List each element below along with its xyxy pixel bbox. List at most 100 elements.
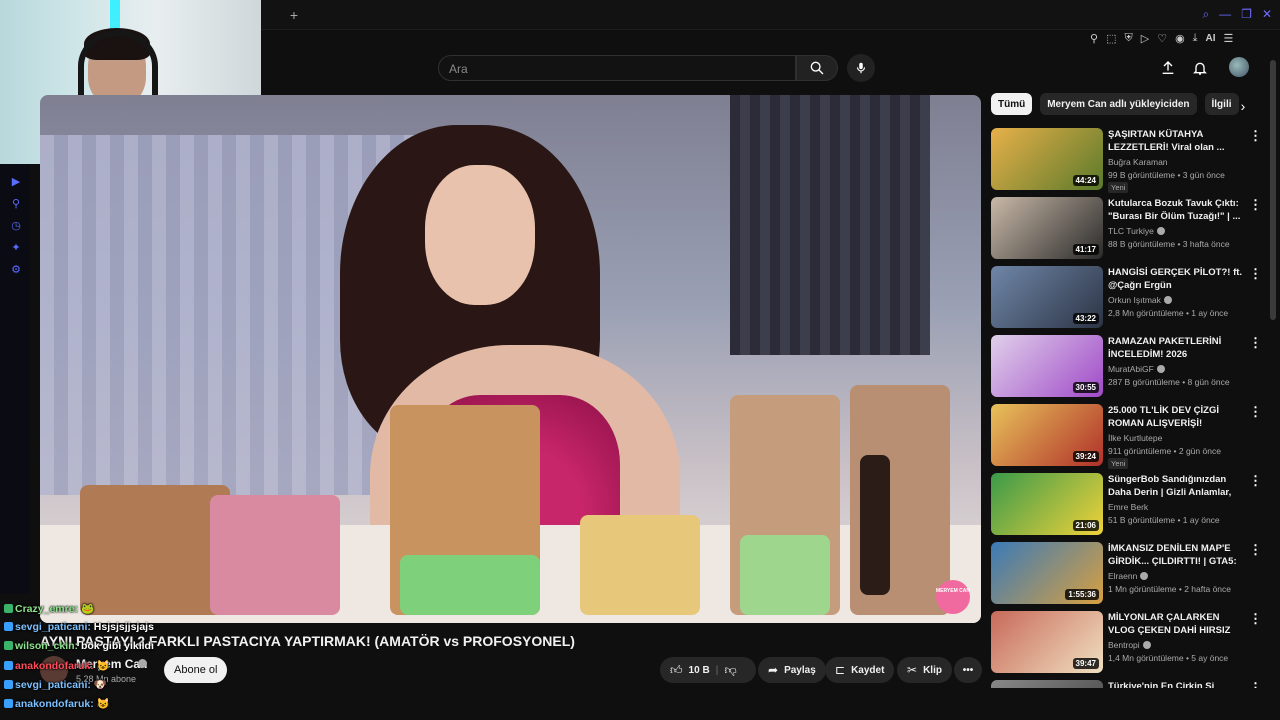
more-options-icon[interactable]: ⋮ [1249,129,1262,144]
more-options-icon[interactable]: ⋮ [1249,267,1262,282]
recommendation-title[interactable]: RAMAZAN PAKETLERİNİ İNCELEDİM! 2026 [1108,335,1246,361]
chat-username[interactable]: sevgi_paticani: [15,679,91,691]
chat-username[interactable]: Crazy_emre: [15,603,78,615]
play-icon[interactable]: ▷ [1141,32,1149,45]
recommendation-channel[interactable]: Emre Berk [1108,502,1148,512]
clip-button[interactable]: ✂ Klip [897,657,952,683]
save-button[interactable]: ⊏ Kaydet [825,657,895,683]
puzzle-icon[interactable]: ✦ [10,242,22,254]
search-button[interactable] [796,55,838,81]
recommendation-channel[interactable]: Buğra Karaman [1108,157,1168,167]
recommendation-title[interactable]: ŞAŞIRTAN KÜTAHYA LEZZETLERİ! Viral olan … [1108,128,1246,154]
play-circle-icon[interactable]: ▶ [10,176,22,188]
video-thumbnail[interactable] [991,680,1103,688]
minimize-icon[interactable]: — [1219,7,1231,22]
recommendation-title[interactable]: 25.000 TL'LİK DEV ÇİZGİ ROMAN ALIŞVERİŞİ… [1108,404,1246,431]
cake [210,495,340,615]
more-options-icon[interactable]: ⋮ [1249,336,1262,351]
video-thumbnail[interactable]: 39:24 [991,404,1103,466]
shield-icon[interactable]: ⛨ [1124,32,1132,45]
voice-search-button[interactable] [847,54,875,82]
recommendation-item[interactable]: 30:55 RAMAZAN PAKETLERİNİ İNCELEDİM! 2026… [991,335,1266,397]
search-icon [810,61,824,75]
recommendation-item[interactable]: 41:17 Kutularca Bozuk Tavuk Çıktı: "Buras… [991,197,1266,259]
ai-button[interactable]: AI [1206,33,1216,44]
video-player[interactable]: MERYEM CAN [40,95,981,623]
more-options-icon[interactable]: ⋮ [1249,474,1262,489]
profile-icon[interactable]: ◉ [1175,32,1185,45]
search-input[interactable] [439,56,795,82]
recommendation-channel[interactable]: İlke Kurtlutepe [1108,433,1162,443]
more-options-icon[interactable]: ⋮ [1249,405,1262,420]
channel-name: Emre Berk [1108,502,1149,512]
recommendation-title[interactable]: Türkiye'nin En Çirkin Si Olam... [1108,680,1246,688]
screenshot-icon[interactable]: ⬚ [1106,32,1116,45]
menu-icon[interactable]: ☰ [1224,32,1234,45]
recommendation-title[interactable]: MİLYONLAR ÇALARKEN VLOG ÇEKEN DAHİ HIRSI… [1108,611,1246,637]
like-count[interactable]: 10 B [689,665,710,676]
recommendation-channel[interactable]: Elraenn [1108,571,1149,581]
notifications-button[interactable] [1191,59,1209,77]
thumbs-down-icon[interactable]: 👎︎ [724,663,736,678]
recommendations-list: 44:24 ŞAŞIRTAN KÜTAHYA LEZZETLERİ! Viral … [991,128,1266,688]
video-thumbnail[interactable]: 1:55:36 [991,542,1103,604]
video-thumbnail[interactable]: 30:55 [991,335,1103,397]
video-thumbnail[interactable]: 44:24 [991,128,1103,190]
pin-icon[interactable]: ⚲ [1090,32,1098,45]
video-thumbnail[interactable]: 43:22 [991,266,1103,328]
channel-watermark[interactable]: MERYEM CAN [936,580,970,614]
page-scrollbar[interactable] [1270,60,1276,320]
heart-icon[interactable]: ♡ [1157,32,1167,45]
recommendation-item[interactable]: 43:22 HANGİSİ GERÇEK PİLOT?! ft. @Çağrı E… [991,266,1266,328]
account-avatar[interactable] [1229,57,1249,77]
video-duration: 21:06 [1072,520,1099,531]
more-options-icon[interactable]: ⋮ [1249,198,1262,213]
recommendation-title[interactable]: Kutularca Bozuk Tavuk Çıktı: "Burası Bir… [1108,197,1246,223]
restore-icon[interactable]: ❐ [1241,7,1252,22]
chevron-right-icon[interactable]: › [1236,99,1250,113]
recommendation-channel[interactable]: Orkun Işıtmak [1108,295,1172,305]
close-icon[interactable]: ✕ [1262,7,1272,22]
chip-from-uploader[interactable]: Meryem Can adlı yükleyiciden [1040,93,1197,115]
recommendation-item[interactable]: 44:24 ŞAŞIRTAN KÜTAHYA LEZZETLERİ! Viral … [991,128,1266,193]
chat-username[interactable]: anakondofaruk: [15,660,94,672]
download-icon[interactable]: ⤓ [1193,32,1198,45]
share-button[interactable]: ➦ Paylaş [758,657,826,683]
chip-related[interactable]: İlgili [1204,93,1239,115]
chip-all[interactable]: Tümü [991,93,1033,115]
more-options-icon[interactable]: ⋮ [1249,681,1262,688]
recommendation-channel[interactable]: Bentropi [1108,640,1151,650]
recommendation-title[interactable]: İMKANSIZ DENİLEN MAP'E GİRDİK... ÇILDIRT… [1108,542,1246,569]
video-duration: 39:24 [1072,451,1099,462]
chat-username[interactable]: wilson_ckin: [15,640,78,652]
chat-username[interactable]: anakondofaruk: [15,698,94,710]
recommendation-item[interactable]: Türkiye'nin En Çirkin Si Olam...⋮ [991,680,1266,688]
video-thumbnail[interactable]: 21:06 [991,473,1103,535]
recommendation-item[interactable]: 39:47 MİLYONLAR ÇALARKEN VLOG ÇEKEN DAHİ … [991,611,1266,673]
upload-button[interactable] [1159,59,1177,77]
settings-icon[interactable]: ⚙ [10,264,22,276]
recommendation-item[interactable]: 39:24 25.000 TL'LİK DEV ÇİZGİ ROMAN ALIŞV… [991,404,1266,469]
recommendation-item[interactable]: 1:55:36 İMKANSIZ DENİLEN MAP'E GİRDİK... … [991,542,1266,604]
window-controls: ⌕ — ❐ ✕ [1202,7,1272,22]
new-tab-button[interactable]: + [287,8,301,22]
more-actions-button[interactable]: ••• [954,657,982,683]
search-icon[interactable]: ⌕ [1202,7,1209,22]
recommendation-channel[interactable]: TLC Turkiye [1108,226,1165,236]
clock-icon[interactable]: ◷ [10,220,22,232]
video-thumbnail[interactable]: 39:47 [991,611,1103,673]
video-thumbnail[interactable]: 41:17 [991,197,1103,259]
pin-icon[interactable]: ⚲ [10,198,22,210]
chat-text: 😺 [96,660,110,672]
more-options-icon[interactable]: ⋮ [1249,612,1262,627]
recommendation-title[interactable]: HANGİSİ GERÇEK PİLOT?! ft. @Çağrı Ergün [1108,266,1246,292]
chat-username[interactable]: sevgi_paticani: [15,621,91,633]
recommendation-item[interactable]: 21:06 SüngerBob Sandığınızdan Daha Derin … [991,473,1266,535]
recommendation-meta: 88 B görüntüleme • 3 hafta önce [1108,239,1230,249]
chat-text: 🐶 [93,679,107,691]
headphones [78,30,158,102]
thumbs-up-icon[interactable]: 👍︎ [670,663,683,678]
more-options-icon[interactable]: ⋮ [1249,543,1262,558]
recommendation-channel[interactable]: MuratAbiGF [1108,364,1165,374]
recommendation-title[interactable]: SüngerBob Sandığınızdan Daha Derin | Giz… [1108,473,1246,500]
